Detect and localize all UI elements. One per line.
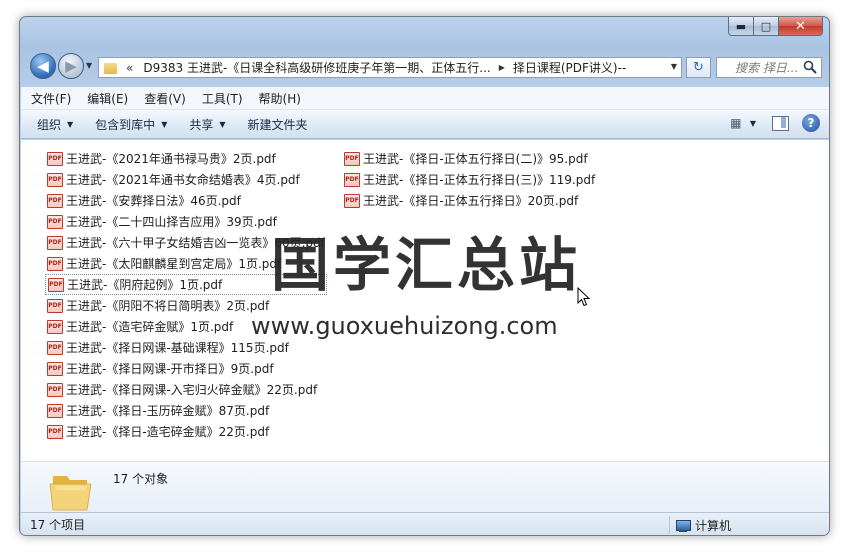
file-column-2: PDF 王进武-《择日-正体五行择日(二)》95.pdf PDF 王进武-《择日-正体… [342, 148, 597, 211]
file-name: 王进武-《二十四山择吉应用》39页.pdf [66, 215, 277, 229]
file-name: 王进武-《造宅碎金赋》1页.pdf [66, 320, 234, 334]
watermark-title: 国学汇总站 [271, 231, 582, 299]
share-button[interactable]: 共享 ▼ [189, 116, 225, 133]
pdf-file-icon: PDF [47, 319, 63, 334]
address-segment-parent[interactable]: D9383 王进武-《日课全科高级研修班庚子年第一期、正体五行... [143, 59, 490, 76]
file-name: 王进武-《择日网课-入宅归火碎金赋》22页.pdf [66, 383, 318, 397]
file-item[interactable]: PDF 王进武-《择日-正体五行择日》20页.pdf [342, 190, 597, 211]
address-bar[interactable]: « D9383 王进武-《日课全科高级研修班庚子年第一期、正体五行... ▶ 择… [98, 57, 682, 78]
search-box[interactable] [716, 57, 822, 78]
file-item[interactable]: PDF 王进武-《安葬择日法》46页.pdf [45, 190, 327, 211]
chevron-down-icon: ▼ [161, 119, 168, 129]
file-name: 王进武-《择日-玉历碎金赋》87页.pdf [66, 404, 270, 418]
explorer-window: ▬ □ ✕ ◀ ▶ ▼ « D9383 王进武-《日课全科高级研修班庚子年第一期… [19, 16, 830, 536]
pdf-file-icon: PDF [47, 172, 63, 187]
pdf-file-icon: PDF [47, 340, 63, 355]
file-item[interactable]: PDF 王进武-《择日-玉历碎金赋》87页.pdf [45, 400, 327, 421]
pdf-file-icon: PDF [47, 256, 63, 271]
back-button[interactable]: ◀ [30, 53, 56, 79]
file-item[interactable]: PDF 王进武-《择日网课-入宅归火碎金赋》22页.pdf [45, 379, 327, 400]
file-name: 王进武-《择日-正体五行择日》20页.pdf [363, 194, 579, 208]
refresh-button[interactable]: ↻ [686, 57, 711, 78]
pdf-file-icon: PDF [47, 151, 63, 166]
file-name: 王进武-《择日-正体五行择日(三)》119.pdf [363, 173, 596, 187]
search-icon[interactable] [803, 60, 817, 74]
file-name: 王进武-《2021年通书禄马贵》2页.pdf [66, 152, 276, 166]
file-name: 王进武-《阴府起例》1页.pdf [67, 278, 223, 292]
file-item[interactable]: PDF 王进武-《择日网课-开市择日》9页.pdf [45, 358, 327, 379]
menu-tools[interactable]: 工具(T) [202, 90, 243, 107]
file-name: 王进武-《阴阳不将日简明表》2页.pdf [66, 299, 270, 313]
menu-help[interactable]: 帮助(H) [259, 90, 301, 107]
pdf-file-icon: PDF [47, 403, 63, 418]
folder-icon [49, 476, 92, 511]
command-bar: 组织 ▼ 包含到库中 ▼ 共享 ▼ 新建文件夹 ▦ ▼ ? [21, 109, 829, 139]
file-name: 王进武-《2021年通书女命结婚表》4页.pdf [66, 173, 300, 187]
pdf-file-icon: PDF [47, 214, 63, 229]
address-overflow-chevron[interactable]: « [126, 61, 133, 75]
view-controls: ▦ ▼ ? [726, 114, 820, 132]
file-name: 王进武-《安葬择日法》46页.pdf [66, 194, 241, 208]
share-label: 共享 [189, 117, 214, 132]
organize-label: 组织 [37, 117, 62, 132]
mouse-cursor-icon [577, 287, 591, 307]
status-bar: 17 个项目 计算机 [21, 512, 829, 535]
view-mode-icon[interactable]: ▦ [726, 114, 746, 132]
file-item[interactable]: PDF 王进武-《2021年通书禄马贵》2页.pdf [45, 148, 327, 169]
pdf-file-icon: PDF [47, 298, 63, 313]
new-folder-label: 新建文件夹 [247, 117, 308, 132]
file-item[interactable]: PDF 王进武-《二十四山择吉应用》39页.pdf [45, 211, 327, 232]
forward-button[interactable]: ▶ [58, 53, 84, 79]
menu-view[interactable]: 查看(V) [144, 90, 186, 107]
pdf-file-icon: PDF [47, 361, 63, 376]
address-separator-icon[interactable]: ▶ [499, 63, 505, 72]
status-location: 计算机 [675, 517, 731, 534]
file-item[interactable]: PDF 王进武-《择日-正体五行择日(三)》119.pdf [342, 169, 597, 190]
computer-icon [675, 519, 691, 533]
pdf-file-icon: PDF [344, 193, 360, 208]
file-item[interactable]: PDF 王进武-《择日-造宅碎金赋》22页.pdf [45, 421, 327, 442]
organize-button[interactable]: 组织 ▼ [37, 116, 73, 133]
menu-file[interactable]: 文件(F) [31, 90, 71, 107]
view-options-chevron-down-icon[interactable]: ▼ [750, 119, 756, 128]
status-item-count: 17 个项目 [30, 518, 86, 532]
recent-pages-dropdown[interactable]: ▼ [86, 61, 92, 70]
new-folder-button[interactable]: 新建文件夹 [248, 116, 308, 133]
chevron-down-icon: ▼ [67, 119, 74, 129]
address-dropdown-icon[interactable]: ▼ [671, 62, 677, 71]
minimize-button[interactable]: ▬ [728, 17, 754, 36]
close-button[interactable]: ✕ [779, 17, 823, 36]
file-name: 王进武-《择日-正体五行择日(二)》95.pdf [363, 152, 588, 166]
chevron-down-icon: ▼ [219, 119, 226, 129]
maximize-button[interactable]: □ [754, 17, 779, 36]
file-item[interactable]: PDF 王进武-《择日-正体五行择日(二)》95.pdf [342, 148, 597, 169]
details-pane: 17 个对象 [21, 462, 829, 512]
preview-pane-icon[interactable] [770, 114, 790, 132]
menu-bar: 文件(F) 编辑(E) 查看(V) 工具(T) 帮助(H) [21, 87, 829, 109]
pdf-file-icon: PDF [47, 382, 63, 397]
include-in-library-label: 包含到库中 [95, 117, 156, 132]
status-divider [669, 516, 670, 534]
pdf-file-icon: PDF [344, 151, 360, 166]
status-location-label: 计算机 [695, 519, 732, 533]
file-name: 王进武-《择日网课-开市择日》9页.pdf [66, 362, 274, 376]
help-icon[interactable]: ? [802, 114, 820, 132]
address-segment-current[interactable]: 择日课程(PDF讲义)-- [513, 59, 626, 76]
pdf-file-icon: PDF [47, 235, 63, 250]
menu-edit[interactable]: 编辑(E) [87, 90, 128, 107]
folder-icon [102, 60, 120, 76]
file-name: 王进武-《太阳麒麟星到宫定局》1页.pdf [66, 257, 282, 271]
file-item[interactable]: PDF 王进武-《2021年通书女命结婚表》4页.pdf [45, 169, 327, 190]
file-list-area[interactable]: PDF 王进武-《2021年通书禄马贵》2页.pdf PDF 王进武-《2021年通书… [21, 140, 829, 462]
selection-count: 17 个对象 [113, 472, 169, 486]
caption-buttons: ▬ □ ✕ [728, 17, 823, 36]
pdf-file-icon: PDF [47, 424, 63, 439]
pdf-file-icon: PDF [48, 277, 64, 292]
watermark-url: www.guoxuehuizong.com [251, 312, 558, 340]
file-name: 王进武-《择日-造宅碎金赋》22页.pdf [66, 425, 270, 439]
navigation-row: ◀ ▶ ▼ « D9383 王进武-《日课全科高级研修班庚子年第一期、正体五行.… [28, 51, 823, 83]
pdf-file-icon: PDF [47, 193, 63, 208]
pdf-file-icon: PDF [344, 172, 360, 187]
include-in-library-button[interactable]: 包含到库中 ▼ [95, 116, 167, 133]
